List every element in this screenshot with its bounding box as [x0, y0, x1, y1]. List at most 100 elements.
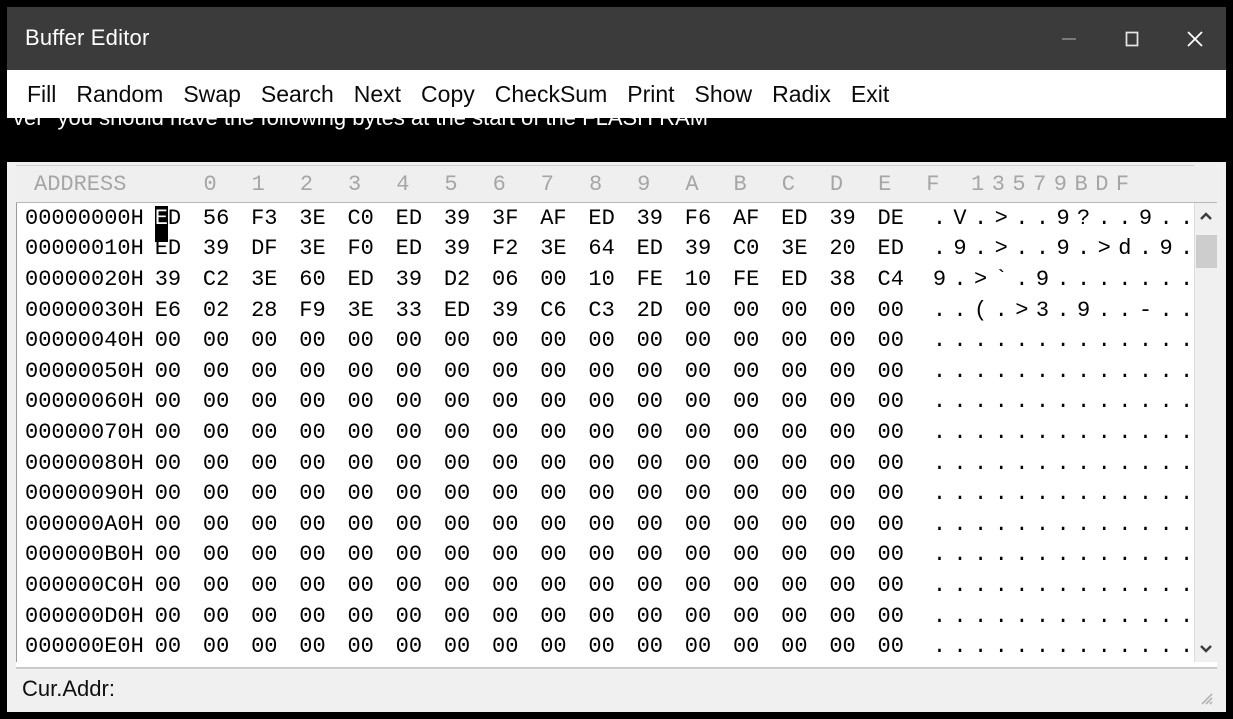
- hex-byte-cell[interactable]: AF: [529, 206, 577, 231]
- hex-byte-cell[interactable]: 00: [770, 604, 818, 629]
- hex-byte-cell[interactable]: 00: [288, 328, 336, 353]
- hex-byte-cell[interactable]: 00: [529, 420, 577, 445]
- hex-byte-cell[interactable]: 00: [674, 481, 722, 506]
- hex-byte-cell[interactable]: 06: [481, 267, 529, 292]
- hex-byte-cell[interactable]: 00: [626, 451, 674, 476]
- hex-byte-cell[interactable]: 00: [867, 542, 915, 567]
- hex-byte-cell[interactable]: 00: [337, 451, 385, 476]
- hex-byte-cell[interactable]: 00: [529, 451, 577, 476]
- hex-byte-cell[interactable]: 00: [192, 328, 240, 353]
- hex-byte-cell[interactable]: 00: [288, 451, 336, 476]
- hex-byte-cell[interactable]: 00: [722, 298, 770, 323]
- hex-byte-cell[interactable]: 00: [433, 542, 481, 567]
- vertical-scrollbar[interactable]: [1194, 203, 1217, 662]
- hex-byte-cell[interactable]: 00: [192, 481, 240, 506]
- hex-byte-cell[interactable]: 00: [770, 359, 818, 384]
- hex-byte-cell[interactable]: 00: [818, 604, 866, 629]
- hex-byte-cell[interactable]: 00: [144, 542, 192, 567]
- hex-byte-cell[interactable]: 00: [481, 420, 529, 445]
- hex-byte-cell[interactable]: 3E: [240, 267, 288, 292]
- hex-byte-cell[interactable]: ED: [867, 236, 915, 261]
- hex-byte-cell[interactable]: 00: [529, 573, 577, 598]
- hex-byte-cell[interactable]: ED: [626, 236, 674, 261]
- hex-byte-cell[interactable]: ED: [433, 298, 481, 323]
- hex-byte-cell[interactable]: 00: [240, 573, 288, 598]
- hex-byte-cell[interactable]: 00: [288, 573, 336, 598]
- hex-byte-cell[interactable]: 00: [481, 359, 529, 384]
- hex-byte-cell[interactable]: 3F: [481, 206, 529, 231]
- hex-byte-cell[interactable]: 00: [288, 481, 336, 506]
- hex-byte-cell[interactable]: 00: [288, 604, 336, 629]
- hex-byte-cell[interactable]: 00: [385, 634, 433, 659]
- hex-byte-cell[interactable]: 00: [481, 481, 529, 506]
- hex-byte-cell[interactable]: 00: [674, 542, 722, 567]
- hex-byte-cell[interactable]: 00: [578, 542, 626, 567]
- menu-item-random[interactable]: Random: [66, 82, 173, 106]
- hex-byte-cell[interactable]: 00: [481, 512, 529, 537]
- hex-byte-cell[interactable]: 00: [818, 481, 866, 506]
- hex-byte-cell[interactable]: 00: [770, 542, 818, 567]
- hex-byte-cell[interactable]: 00: [770, 420, 818, 445]
- hex-byte-cell[interactable]: 00: [867, 512, 915, 537]
- hex-byte-cell[interactable]: 00: [144, 389, 192, 414]
- hex-byte-cell[interactable]: 00: [481, 634, 529, 659]
- hex-byte-cell[interactable]: 60: [288, 267, 336, 292]
- hex-byte-cell[interactable]: F2: [481, 236, 529, 261]
- resize-grip-icon[interactable]: [1196, 688, 1214, 706]
- hex-byte-cell[interactable]: 3E: [288, 236, 336, 261]
- hex-byte-cell[interactable]: ED: [770, 267, 818, 292]
- hex-byte-cell[interactable]: 00: [818, 359, 866, 384]
- hex-byte-cell[interactable]: 00: [578, 420, 626, 445]
- hex-byte-cell[interactable]: 00: [240, 359, 288, 384]
- hex-byte-cell[interactable]: 00: [818, 634, 866, 659]
- hex-byte-cell[interactable]: 3E: [288, 206, 336, 231]
- hex-byte-cell[interactable]: 00: [626, 389, 674, 414]
- hex-row[interactable]: 00000060H 00 00 00 00 00 00 00 00 00 00 00 00 00 00 00 0…: [17, 387, 1217, 418]
- hex-row[interactable]: 00000040H 00 00 00 00 00 00 00 00 00 00 00 00 00 00 00 0…: [17, 325, 1217, 356]
- hex-byte-cell[interactable]: 00: [385, 542, 433, 567]
- hex-byte-cell[interactable]: 39: [674, 236, 722, 261]
- minimize-button[interactable]: [1037, 7, 1100, 70]
- hex-byte-cell[interactable]: 00: [818, 389, 866, 414]
- menu-item-checksum[interactable]: CheckSum: [485, 82, 617, 106]
- hex-byte-cell[interactable]: 00: [433, 481, 481, 506]
- hex-byte-cell[interactable]: 00: [578, 573, 626, 598]
- hex-byte-cell[interactable]: 00: [240, 328, 288, 353]
- hex-byte-cell[interactable]: ED: [337, 267, 385, 292]
- hex-byte-cell[interactable]: 00: [433, 604, 481, 629]
- hex-byte-cell[interactable]: 00: [674, 328, 722, 353]
- hex-byte-cell[interactable]: ED: [770, 206, 818, 231]
- hex-byte-cell[interactable]: 00: [722, 634, 770, 659]
- hex-byte-cell[interactable]: 00: [144, 481, 192, 506]
- hex-byte-cell[interactable]: 00: [529, 634, 577, 659]
- hex-byte-cell[interactable]: E6: [144, 298, 192, 323]
- hex-byte-cell[interactable]: 00: [722, 481, 770, 506]
- hex-byte-cell[interactable]: 00: [818, 512, 866, 537]
- hex-byte-cell[interactable]: 00: [674, 573, 722, 598]
- hex-byte-cell[interactable]: 00: [770, 451, 818, 476]
- hex-byte-cell[interactable]: 00: [288, 512, 336, 537]
- hex-byte-cell[interactable]: 00: [433, 634, 481, 659]
- hex-byte-cell[interactable]: 00: [529, 389, 577, 414]
- hex-byte-cell[interactable]: 00: [626, 512, 674, 537]
- hex-byte-cell[interactable]: 00: [192, 512, 240, 537]
- scroll-down-button[interactable]: [1195, 636, 1217, 660]
- hex-byte-cell[interactable]: 00: [867, 359, 915, 384]
- hex-byte-cell[interactable]: 00: [481, 542, 529, 567]
- hex-byte-cell[interactable]: 00: [867, 634, 915, 659]
- hex-byte-cell[interactable]: 00: [337, 542, 385, 567]
- hex-byte-cell[interactable]: 00: [674, 451, 722, 476]
- hex-byte-cell[interactable]: 00: [385, 420, 433, 445]
- hex-byte-cell[interactable]: 00: [433, 389, 481, 414]
- hex-byte-cell[interactable]: ED: [385, 206, 433, 231]
- hex-byte-cell[interactable]: 00: [240, 389, 288, 414]
- hex-byte-cell[interactable]: 28: [240, 298, 288, 323]
- hex-byte-cell[interactable]: 00: [192, 604, 240, 629]
- hex-byte-cell[interactable]: 00: [578, 512, 626, 537]
- hex-byte-cell[interactable]: 3E: [337, 298, 385, 323]
- hex-row[interactable]: 000000D0H 00 00 00 00 00 00 00 00 00 00 00 00 00 00 00 0…: [17, 601, 1217, 632]
- hex-byte-cell[interactable]: 00: [337, 420, 385, 445]
- hex-byte-cell[interactable]: 00: [288, 542, 336, 567]
- hex-byte-cell[interactable]: 00: [288, 389, 336, 414]
- hex-byte-cell[interactable]: 00: [192, 634, 240, 659]
